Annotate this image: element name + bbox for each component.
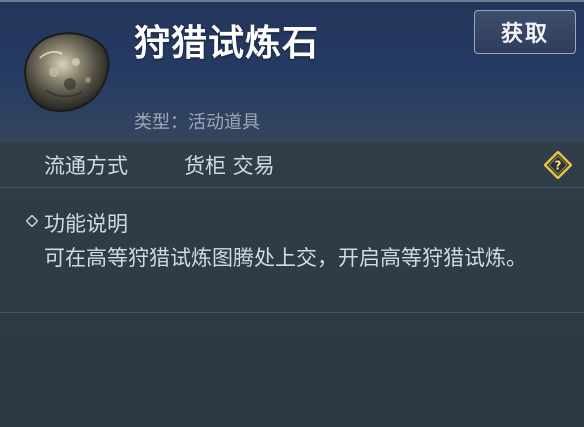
svg-text:?: ?	[555, 159, 562, 173]
description-title: 功能说明	[44, 212, 128, 236]
trade-label: 流通方式	[44, 154, 128, 178]
item-header: 狩猎试炼石 获取	[0, 2, 584, 142]
question-diamond-icon[interactable]: ?	[544, 151, 572, 179]
item-type: 类型：活动道具	[134, 112, 260, 133]
item-tooltip: 狩猎试炼石 获取 类型：活动道具 流通方式 货柜 交易 ? 功能说明 可在高等狩…	[0, 0, 584, 427]
description-text: 可在高等狩猎试炼图腾处上交，开启高等狩猎试炼。	[44, 246, 527, 270]
item-name: 狩猎试炼石	[134, 23, 320, 64]
stone-icon	[24, 32, 110, 112]
obtain-button[interactable]: 获取	[474, 10, 576, 54]
description-section: 功能说明 可在高等狩猎试炼图腾处上交，开启高等狩猎试炼。	[0, 188, 584, 313]
trade-row: 流通方式 货柜 交易 ?	[0, 142, 584, 188]
diamond-bullet-icon	[26, 215, 38, 227]
trade-value: 货柜 交易	[184, 154, 275, 178]
